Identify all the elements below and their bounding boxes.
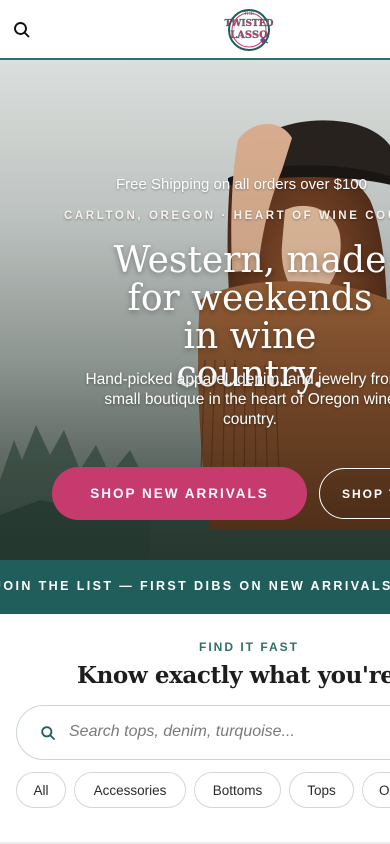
chip-accessories[interactable]: Accessories <box>74 772 186 808</box>
svg-text:THE: THE <box>244 11 254 17</box>
hero-eyebrow: CARLTON, OREGON · HEART OF WINE COUNTRY <box>64 210 390 222</box>
product-search-input[interactable] <box>69 706 390 758</box>
chip-tops[interactable]: Tops <box>289 772 354 808</box>
find-eyebrow: FIND IT FAST <box>199 640 299 654</box>
brand-logo[interactable]: THE TWISTED LASSO <box>224 6 276 52</box>
site-header: THE TWISTED LASSO <box>0 0 390 60</box>
marquee-text: JOIN THE LIST — FIRST DIBS ON NEW ARRIVA… <box>0 579 390 593</box>
page: THE TWISTED LASSO Free Shipping on all o… <box>0 0 390 844</box>
chip-outerwear[interactable]: Outerwear <box>362 772 390 808</box>
shop-the-look-button[interactable]: SHOP THE LOOK <box>319 468 390 519</box>
search-icon[interactable] <box>12 20 32 40</box>
chip-bottoms[interactable]: Bottoms <box>194 772 281 808</box>
shipping-notice: Free Shipping on all orders over $100 <box>116 176 367 193</box>
search-icon <box>40 725 56 741</box>
shop-new-arrivals-button[interactable]: SHOP NEW ARRIVALS <box>52 467 307 520</box>
chip-all[interactable]: All <box>16 772 66 808</box>
svg-text:TWISTED: TWISTED <box>225 19 274 29</box>
announcement-marquee[interactable]: JOIN THE LIST — FIRST DIBS ON NEW ARRIVA… <box>0 560 390 614</box>
hero-subtitle: Hand-picked apparel, denim, and jewelry … <box>85 371 390 428</box>
product-search-field[interactable] <box>16 705 390 760</box>
find-title: Know exactly what you're after? <box>77 662 390 689</box>
hero-banner: Free Shipping on all orders over $100 CA… <box>0 60 390 560</box>
